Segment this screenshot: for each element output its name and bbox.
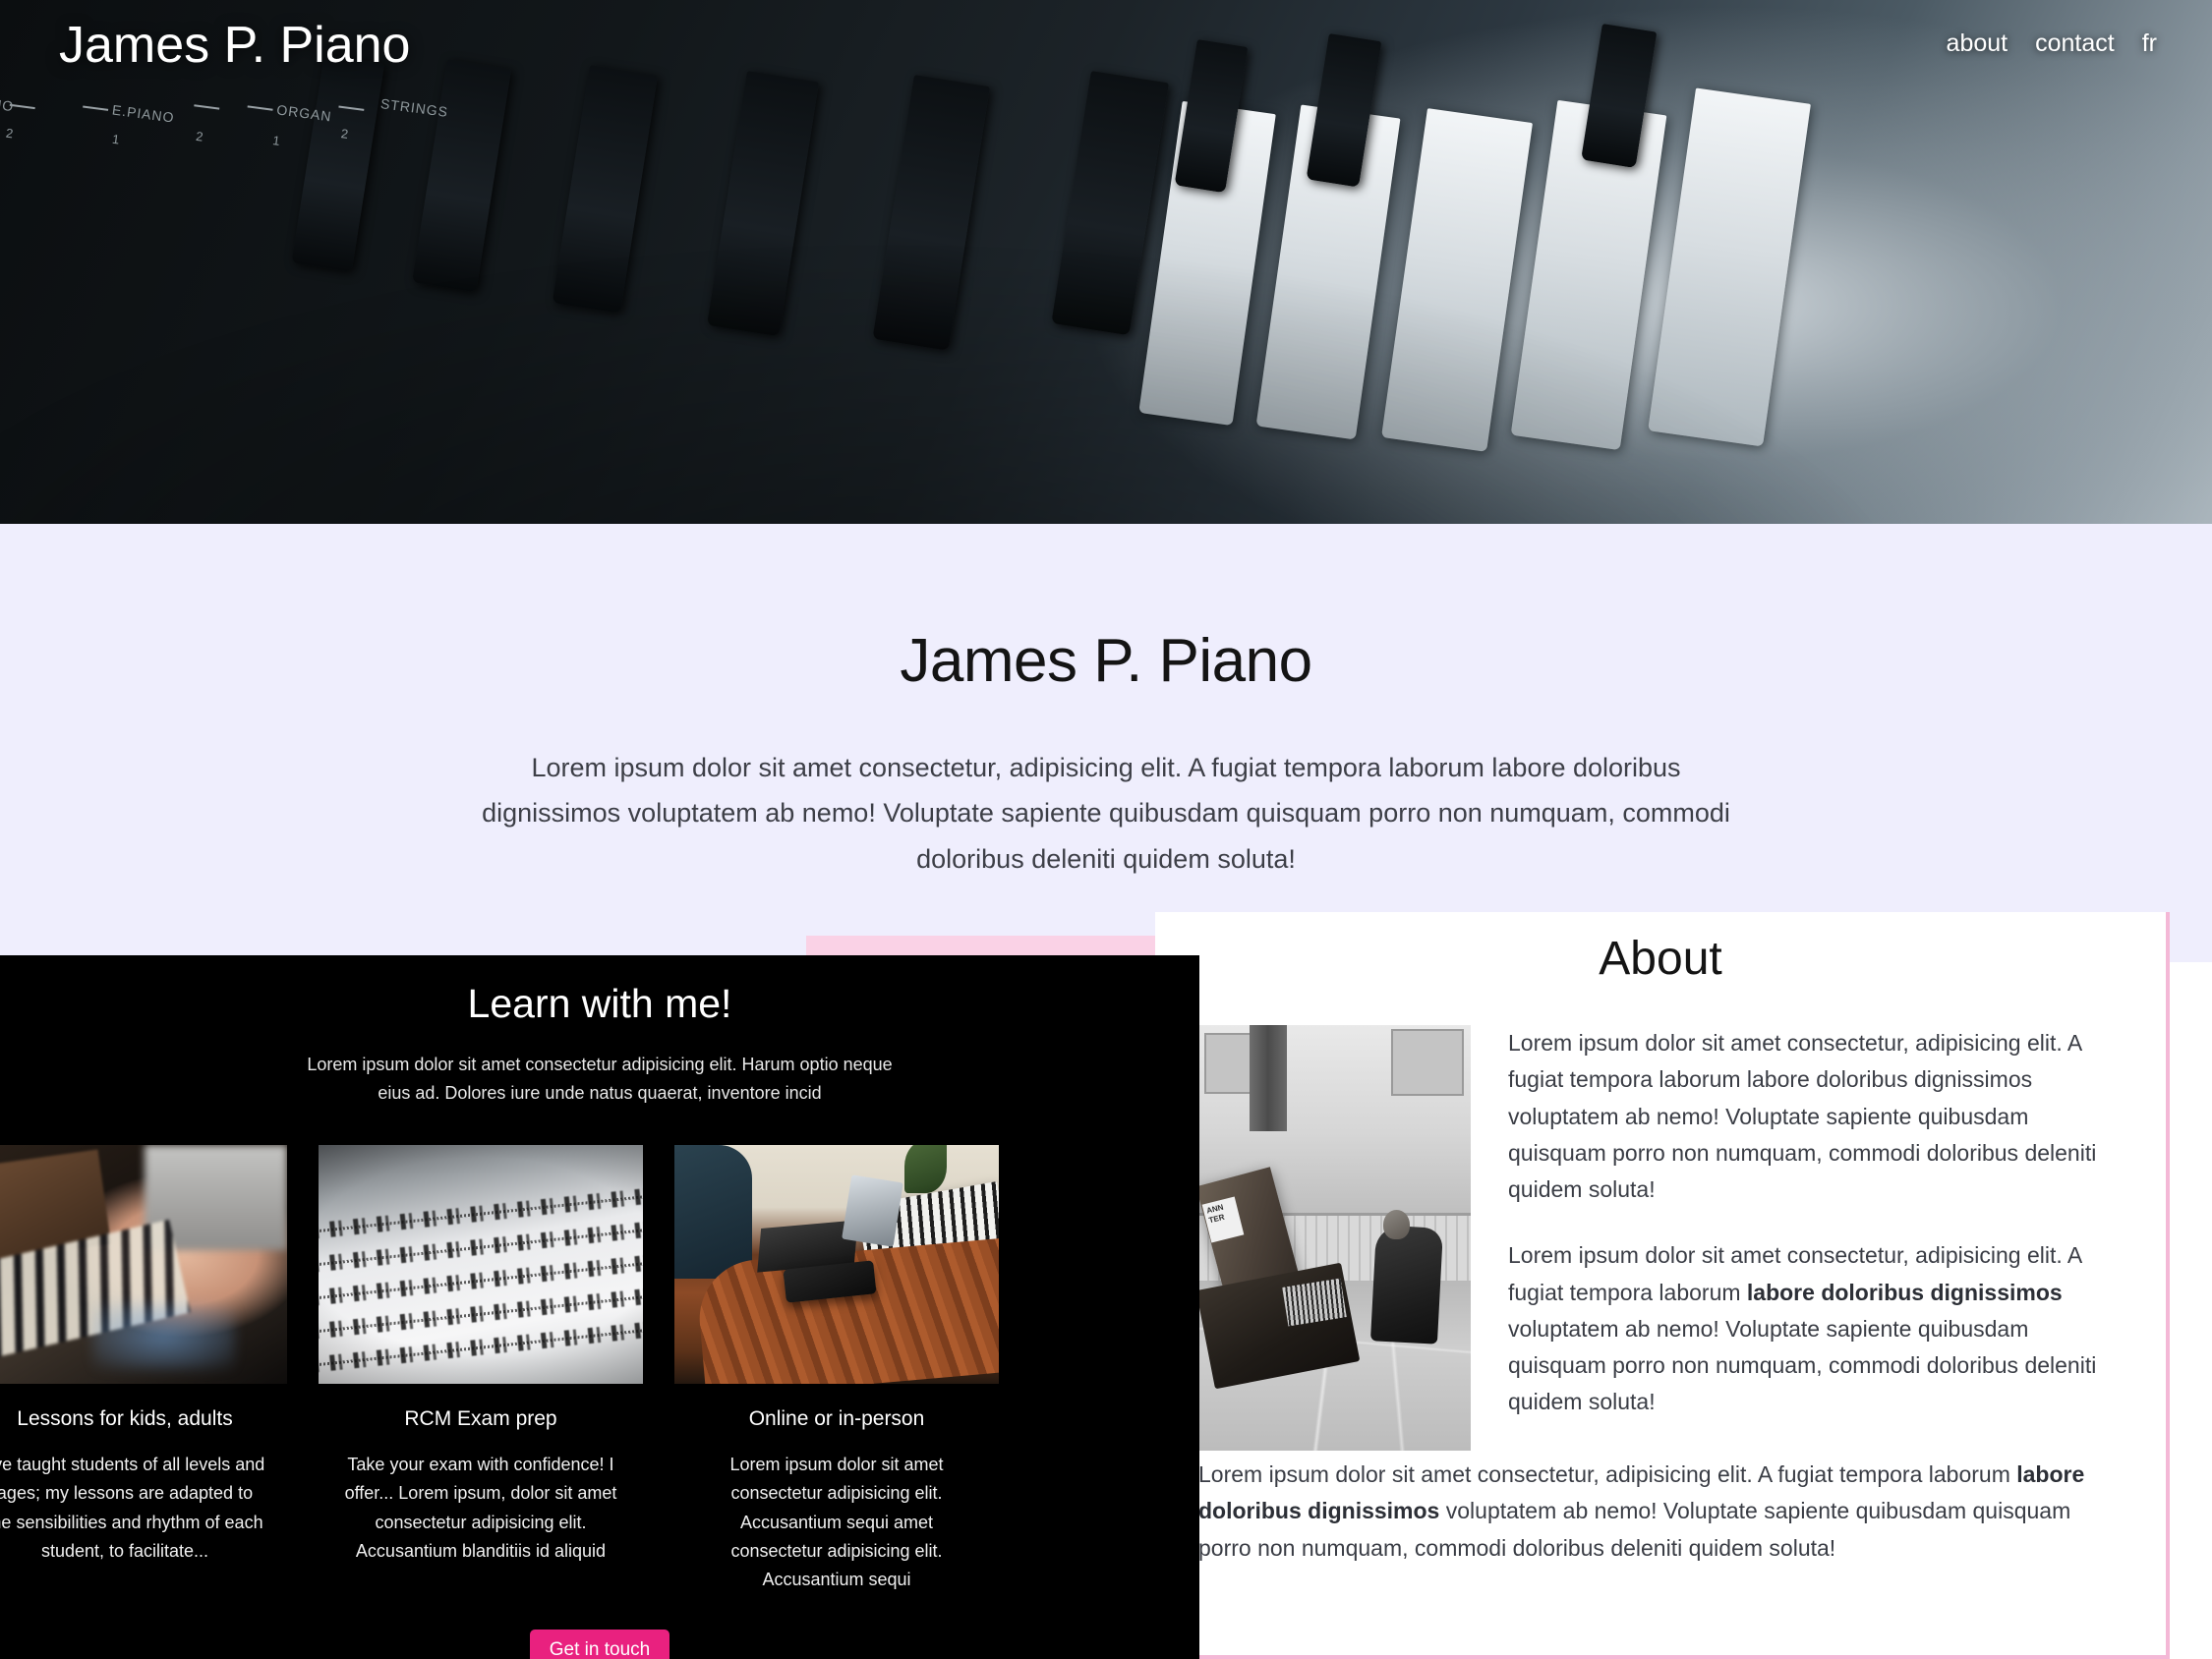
synth-num-2b: 2 bbox=[340, 126, 351, 143]
about-p2-bold: labore doloribus dignissimos bbox=[1746, 1279, 2063, 1305]
hero-banner: PIANO 2 E.PIANO 1 2 ORGAN 1 2 STRINGS Ja… bbox=[0, 0, 2212, 524]
card-text: I've taught students of all levels and a… bbox=[0, 1455, 265, 1561]
about-section: About ANN TER Lorem ipsum dolor sit amet… bbox=[1155, 912, 2170, 1659]
synth-label-piano: PIANO bbox=[0, 92, 16, 115]
about-p3-pre: Lorem ipsum dolor sit amet consectetur, … bbox=[1198, 1461, 2017, 1487]
nav-link-language-fr[interactable]: fr bbox=[2142, 29, 2157, 58]
site-title: James P. Piano bbox=[59, 17, 411, 74]
about-paragraph-3: Lorem ipsum dolor sit amet consectetur, … bbox=[1198, 1457, 2123, 1567]
intro-paragraph: Lorem ipsum dolor sit amet consectetur, … bbox=[482, 753, 1730, 874]
synth-label-epiano: E.PIANO bbox=[111, 101, 176, 126]
card-title: RCM Exam prep bbox=[404, 1407, 557, 1431]
synth-label-organ: ORGAN bbox=[275, 101, 333, 125]
about-title: About bbox=[1599, 933, 1722, 985]
card-title: Lessons for kids, adults bbox=[17, 1407, 233, 1431]
about-footer: Lorem ipsum dolor sit amet consectetur, … bbox=[1155, 1451, 2166, 1567]
learn-cards: Lessons for kids, adults I've taught stu… bbox=[0, 1108, 1199, 1594]
page-root: PIANO 2 E.PIANO 1 2 ORGAN 1 2 STRINGS Ja… bbox=[0, 0, 2212, 1659]
card-text: Lorem ipsum dolor sit amet consectetur a… bbox=[729, 1455, 944, 1589]
learn-title: Learn with me! bbox=[467, 981, 732, 1026]
about-p2-post: voluptatem ab nemo! Voluptate sapiente q… bbox=[1508, 1315, 2097, 1415]
synth-num-piano: 2 bbox=[5, 125, 16, 142]
synth-num-2a: 2 bbox=[195, 128, 205, 144]
card-image-sheet-music bbox=[319, 1145, 643, 1385]
learn-card[interactable]: Lessons for kids, adults I've taught stu… bbox=[0, 1145, 287, 1594]
card-text: Take your exam with confidence! I offer.… bbox=[344, 1455, 617, 1561]
main-navigation: about contact fr bbox=[1947, 29, 2157, 58]
learn-card[interactable]: Online or in-person Lorem ipsum dolor si… bbox=[674, 1145, 999, 1594]
synth-num-epiano: 1 bbox=[111, 131, 122, 147]
get-in-touch-button[interactable]: Get in touch bbox=[529, 1630, 670, 1659]
card-image-piano-hands bbox=[0, 1145, 287, 1385]
nav-link-contact[interactable]: contact bbox=[2035, 29, 2115, 58]
nav-link-about[interactable]: about bbox=[1947, 29, 2008, 58]
about-body: ANN TER Lorem ipsum dolor sit amet conse… bbox=[1155, 986, 2166, 1451]
hero-background-photo: PIANO 2 E.PIANO 1 2 ORGAN 1 2 STRINGS bbox=[0, 0, 2212, 524]
intro-title: James P. Piano bbox=[900, 627, 1312, 695]
synth-label-strings: STRINGS bbox=[379, 95, 449, 120]
intro-section: James P. Piano Lorem ipsum dolor sit ame… bbox=[0, 524, 2212, 962]
about-paragraph-1: Lorem ipsum dolor sit amet consectetur, … bbox=[1508, 1030, 2097, 1202]
about-photo: ANN TER bbox=[1198, 1025, 1471, 1451]
learn-card[interactable]: RCM Exam prep Take your exam with confid… bbox=[319, 1145, 643, 1594]
card-image-home-studio bbox=[674, 1145, 999, 1385]
learn-subtitle: Lorem ipsum dolor sit amet consectetur a… bbox=[307, 1055, 893, 1104]
cta-wrapper: Get in touch bbox=[0, 1630, 1199, 1659]
about-paragraphs: Lorem ipsum dolor sit amet consectetur, … bbox=[1508, 1025, 2123, 1451]
card-title: Online or in-person bbox=[748, 1407, 925, 1431]
learn-with-me-section: Learn with me! Lorem ipsum dolor sit ame… bbox=[0, 955, 1199, 1659]
about-paragraph-2: Lorem ipsum dolor sit amet consectetur, … bbox=[1508, 1237, 2123, 1420]
synth-num-organ: 1 bbox=[271, 133, 282, 149]
